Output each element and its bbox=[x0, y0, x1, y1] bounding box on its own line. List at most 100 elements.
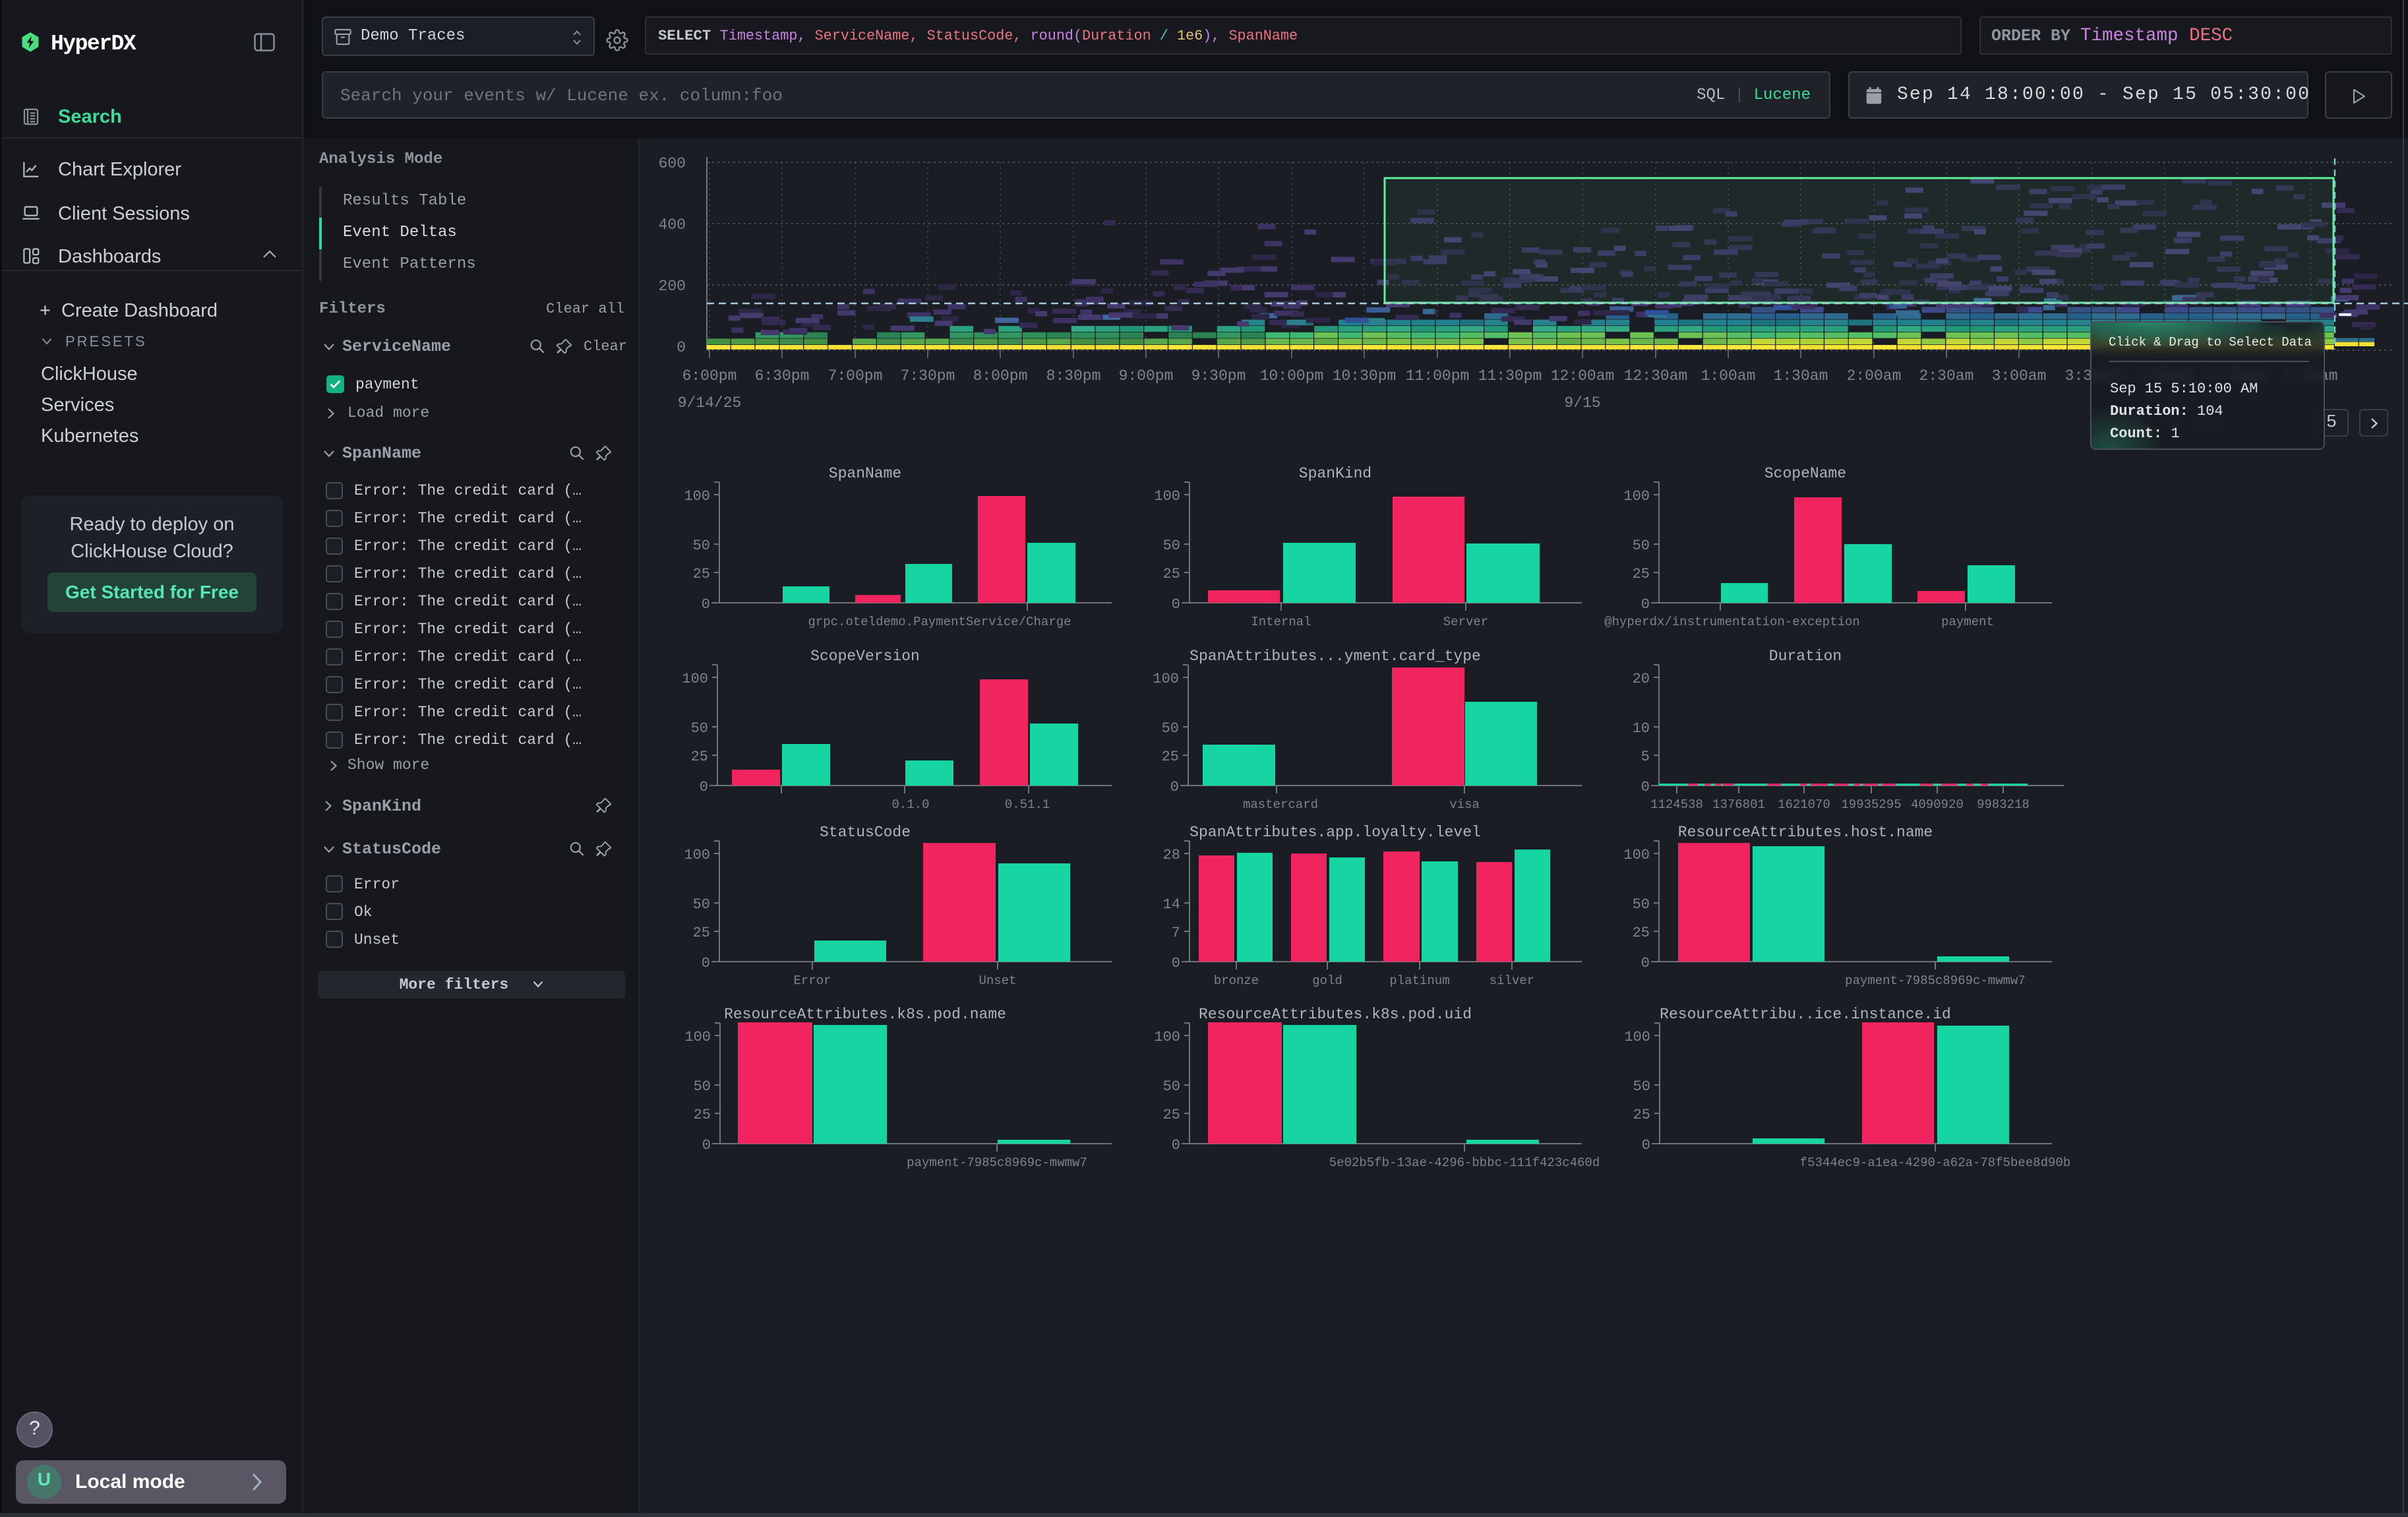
svg-text:100: 100 bbox=[682, 671, 708, 687]
svg-text:3:00am: 3:00am bbox=[1992, 367, 2047, 385]
svg-text:ScopeVersion: ScopeVersion bbox=[810, 648, 920, 665]
svg-text:@hyperdx/instrumentation-excep: @hyperdx/instrumentation-exception bbox=[1604, 615, 1860, 629]
svg-text:50: 50 bbox=[693, 896, 710, 913]
svg-text:4090920: 4090920 bbox=[1911, 797, 1964, 812]
svg-text:8:00pm: 8:00pm bbox=[973, 367, 1028, 385]
svg-text:Server: Server bbox=[1443, 615, 1488, 629]
svg-text:0: 0 bbox=[1642, 1137, 1650, 1154]
svg-text:11:00pm: 11:00pm bbox=[1406, 367, 1470, 385]
svg-text:2:00am: 2:00am bbox=[1847, 367, 1902, 385]
svg-text:50: 50 bbox=[694, 1078, 711, 1095]
svg-text:0: 0 bbox=[1641, 596, 1650, 613]
svg-text:25: 25 bbox=[1633, 566, 1650, 582]
svg-text:7: 7 bbox=[1172, 925, 1180, 941]
svg-text:7:00pm: 7:00pm bbox=[828, 367, 883, 385]
svg-text:0.1.0: 0.1.0 bbox=[891, 797, 929, 812]
svg-text:0: 0 bbox=[702, 955, 710, 972]
svg-text:SpanName: SpanName bbox=[829, 465, 901, 482]
svg-text:0: 0 bbox=[1172, 1137, 1180, 1154]
svg-text:1621070: 1621070 bbox=[1778, 797, 1830, 812]
svg-text:0: 0 bbox=[1641, 955, 1650, 972]
svg-text:14: 14 bbox=[1163, 896, 1180, 913]
svg-text:50: 50 bbox=[1163, 1078, 1180, 1095]
svg-text:silver: silver bbox=[1490, 974, 1534, 988]
svg-text:6:30pm: 6:30pm bbox=[755, 367, 810, 385]
svg-text:1124538: 1124538 bbox=[1650, 797, 1703, 812]
svg-text:ResourceAttribu..ice.instance.: ResourceAttribu..ice.instance.id bbox=[1660, 1006, 1951, 1023]
svg-text:SpanKind: SpanKind bbox=[1299, 465, 1371, 482]
svg-text:50: 50 bbox=[1633, 1078, 1650, 1095]
svg-text:12:00am: 12:00am bbox=[1551, 367, 1615, 385]
svg-text:0: 0 bbox=[702, 596, 710, 613]
svg-text:ResourceAttributes.k8s.pod.uid: ResourceAttributes.k8s.pod.uid bbox=[1199, 1006, 1472, 1023]
svg-text:12:30am: 12:30am bbox=[1624, 367, 1688, 385]
svg-text:50: 50 bbox=[1633, 538, 1650, 554]
svg-text:f5344ec9-a1ea-4290-a62a-78f5be: f5344ec9-a1ea-4290-a62a-78f5bee8d90b bbox=[1800, 1156, 2070, 1170]
svg-text:11:30pm: 11:30pm bbox=[1478, 367, 1542, 385]
svg-text:10:30pm: 10:30pm bbox=[1333, 367, 1397, 385]
svg-text:SpanAttributes...yment.card_ty: SpanAttributes...yment.card_type bbox=[1189, 648, 1481, 665]
svg-text:25: 25 bbox=[1162, 749, 1179, 765]
svg-text:7:30pm: 7:30pm bbox=[901, 367, 955, 385]
svg-text:50: 50 bbox=[691, 720, 708, 737]
svg-text:25: 25 bbox=[693, 566, 710, 582]
svg-text:ScopeName: ScopeName bbox=[1764, 465, 1846, 482]
svg-text:Duration: Duration bbox=[1769, 648, 1842, 665]
svg-text:0: 0 bbox=[1172, 596, 1180, 613]
svg-text:9:30pm: 9:30pm bbox=[1191, 367, 1246, 385]
svg-text:0: 0 bbox=[677, 339, 686, 356]
svg-text:9/15: 9/15 bbox=[1564, 394, 1600, 412]
svg-text:2:30am: 2:30am bbox=[1919, 367, 1974, 385]
svg-text:100: 100 bbox=[1623, 488, 1650, 505]
svg-text:1376801: 1376801 bbox=[1712, 797, 1765, 812]
svg-text:100: 100 bbox=[1154, 488, 1180, 505]
svg-text:100: 100 bbox=[1624, 1029, 1650, 1045]
svg-text:25: 25 bbox=[691, 749, 708, 765]
svg-text:0.51.1: 0.51.1 bbox=[1005, 797, 1050, 812]
svg-text:visa: visa bbox=[1449, 797, 1480, 812]
svg-text:payment: payment bbox=[1941, 615, 1994, 629]
svg-text:100: 100 bbox=[1154, 1029, 1180, 1045]
svg-text:0: 0 bbox=[1172, 955, 1180, 972]
svg-text:platinum: platinum bbox=[1389, 974, 1449, 988]
svg-text:payment-7985c8969c-mwmw7: payment-7985c8969c-mwmw7 bbox=[907, 1156, 1087, 1170]
svg-text:1:30am: 1:30am bbox=[1774, 367, 1828, 385]
svg-text:100: 100 bbox=[684, 1029, 711, 1045]
svg-text:9:00pm: 9:00pm bbox=[1119, 367, 1174, 385]
svg-text:ResourceAttributes.k8s.pod.nam: ResourceAttributes.k8s.pod.name bbox=[724, 1006, 1006, 1023]
svg-text:grpc.oteldemo.PaymentService/C: grpc.oteldemo.PaymentService/Charge bbox=[808, 615, 1071, 629]
svg-text:25: 25 bbox=[1633, 925, 1650, 941]
svg-text:100: 100 bbox=[1623, 847, 1650, 863]
svg-text:9983218: 9983218 bbox=[1977, 797, 2030, 812]
svg-text:6:00pm: 6:00pm bbox=[682, 367, 737, 385]
svg-text:gold: gold bbox=[1312, 974, 1342, 988]
svg-text:50: 50 bbox=[1633, 896, 1650, 913]
svg-text:5e02b5fb-13ae-4296-bbbc-111f42: 5e02b5fb-13ae-4296-bbbc-111f423c460d bbox=[1329, 1156, 1600, 1170]
svg-text:10:00pm: 10:00pm bbox=[1260, 367, 1324, 385]
svg-text:0: 0 bbox=[1641, 779, 1650, 795]
svg-text:9/14/25: 9/14/25 bbox=[678, 394, 742, 412]
svg-text:50: 50 bbox=[1162, 720, 1179, 737]
svg-text:28: 28 bbox=[1163, 847, 1180, 863]
svg-text:Error: Error bbox=[793, 974, 831, 988]
svg-text:ResourceAttributes.host.name: ResourceAttributes.host.name bbox=[1678, 824, 1933, 841]
svg-text:25: 25 bbox=[1633, 1107, 1650, 1123]
svg-text:100: 100 bbox=[684, 488, 710, 505]
svg-text:100: 100 bbox=[684, 847, 710, 863]
svg-text:8:30pm: 8:30pm bbox=[1046, 367, 1101, 385]
svg-text:50: 50 bbox=[693, 538, 710, 554]
svg-text:0: 0 bbox=[1170, 779, 1179, 795]
svg-text:payment-7985c8969c-mwmw7: payment-7985c8969c-mwmw7 bbox=[1845, 974, 2026, 988]
svg-text:50: 50 bbox=[1163, 538, 1180, 554]
svg-text:25: 25 bbox=[693, 925, 710, 941]
svg-text:20: 20 bbox=[1633, 671, 1650, 687]
svg-text:bronze: bronze bbox=[1214, 974, 1259, 988]
svg-text:Unset: Unset bbox=[978, 974, 1016, 988]
svg-text:25: 25 bbox=[694, 1107, 711, 1123]
svg-text:25: 25 bbox=[1163, 566, 1180, 582]
svg-text:10: 10 bbox=[1633, 720, 1650, 737]
svg-text:200: 200 bbox=[659, 278, 686, 295]
svg-text:600: 600 bbox=[659, 155, 686, 172]
svg-text:19935295: 19935295 bbox=[1841, 797, 1901, 812]
svg-text:1:00am: 1:00am bbox=[1701, 367, 1756, 385]
